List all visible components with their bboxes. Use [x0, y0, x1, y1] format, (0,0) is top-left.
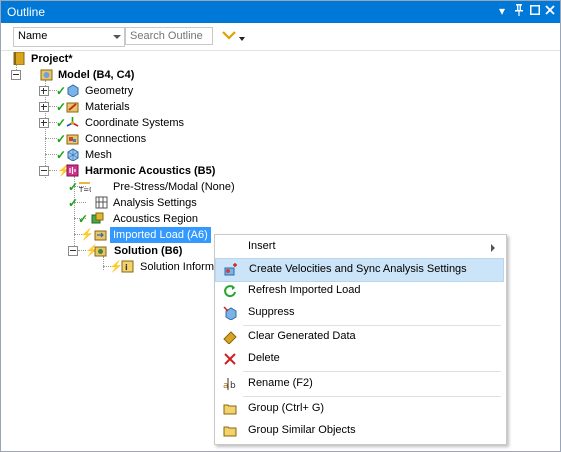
menu-item-rename[interactable]: ab Rename (F2)	[215, 373, 504, 395]
menu-item-create-velocities[interactable]: Create Velocities and Sync Analysis Sett…	[215, 258, 504, 282]
submenu-arrow-icon	[491, 244, 495, 252]
delete-icon	[224, 353, 236, 365]
check-icon: ✓	[78, 212, 89, 226]
menu-item-refresh-imported-load[interactable]: Refresh Imported Load	[215, 280, 504, 302]
menu-item-group-similar[interactable]: Group Similar Objects	[215, 420, 504, 442]
pin-icon[interactable]	[512, 4, 526, 19]
menu-item-delete[interactable]: Delete	[215, 348, 504, 370]
check-icon: ✓	[56, 84, 67, 98]
collapse-toggle[interactable]	[39, 166, 49, 176]
eraser-icon	[223, 331, 237, 344]
menu-item-clear-generated-data[interactable]: Clear Generated Data	[215, 326, 504, 348]
analysis-settings-icon	[95, 196, 108, 209]
check-icon: ✓	[56, 116, 67, 130]
toolbar-dropdown-icon[interactable]	[239, 37, 245, 41]
expand-toggle[interactable]	[39, 86, 49, 96]
collapse-toggle[interactable]	[68, 246, 78, 256]
check-icon: ✓	[56, 132, 67, 146]
check-icon: ✓	[56, 148, 67, 162]
harmonic-acoustics-icon	[66, 164, 79, 177]
outline-title-bar: Outline ▾	[1, 1, 560, 23]
prestress-icon: T=0	[78, 182, 91, 193]
expand-chevron-icon[interactable]	[222, 30, 236, 40]
expand-toggle[interactable]	[39, 102, 49, 112]
close-icon[interactable]	[543, 4, 557, 19]
svg-text:b: b	[230, 381, 236, 391]
menu-item-suppress[interactable]: Suppress	[215, 302, 504, 324]
outline-toolbar: Name	[1, 24, 560, 51]
check-icon: ✓	[68, 196, 79, 210]
svg-text:T=0: T=0	[78, 186, 91, 193]
lightning-icon: ⚡	[80, 229, 94, 241]
mesh-icon	[67, 148, 79, 161]
dropdown-icon[interactable]: ▾	[495, 4, 509, 19]
project-book-icon	[13, 52, 25, 65]
check-icon: ✓	[68, 180, 79, 194]
imported-load-icon	[94, 230, 107, 241]
search-outline-input[interactable]	[125, 27, 213, 45]
expand-toggle[interactable]	[39, 118, 49, 128]
folder-icon	[223, 426, 237, 437]
refresh-icon	[224, 285, 236, 298]
context-menu: Insert Create Velocities and Sync Analys…	[214, 234, 507, 445]
menu-item-group[interactable]: Group (Ctrl+ G)	[215, 398, 504, 420]
collapse-toggle[interactable]	[11, 70, 21, 80]
geometry-icon	[67, 84, 79, 97]
acoustics-region-icon	[91, 212, 104, 224]
solution-information-icon: i	[121, 260, 134, 273]
outline-panel: Outline ▾ Name Search Outline Project* M…	[0, 0, 561, 452]
rename-icon: ab	[223, 378, 236, 391]
panel-title: Outline	[7, 5, 46, 19]
create-velocities-icon	[224, 263, 237, 276]
solution-icon	[94, 246, 107, 257]
folder-icon	[223, 404, 237, 415]
suppress-icon	[223, 306, 237, 320]
name-filter-select[interactable]: Name	[13, 27, 125, 47]
chevron-down-icon	[113, 35, 121, 39]
name-filter-value: Name	[18, 30, 48, 42]
materials-icon	[66, 102, 79, 113]
coordinate-systems-icon	[66, 117, 79, 127]
connections-icon	[66, 134, 79, 145]
menu-item-insert[interactable]: Insert	[215, 236, 504, 258]
maximize-icon[interactable]	[528, 4, 542, 19]
svg-text:i: i	[125, 263, 128, 272]
model-icon	[40, 69, 53, 81]
check-icon: ✓	[56, 100, 67, 114]
